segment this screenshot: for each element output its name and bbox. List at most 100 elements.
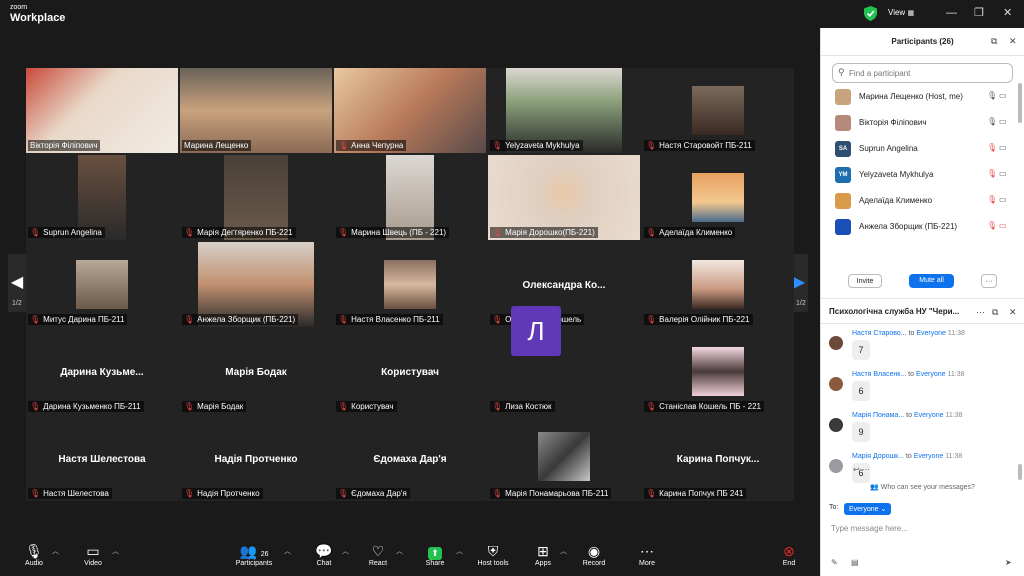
security-shield-icon[interactable] — [864, 6, 877, 21]
close-panel-icon[interactable]: ✕ — [1009, 36, 1017, 47]
react-options-chevron-icon[interactable]: ︿ — [396, 546, 403, 556]
muted-mic-icon: 🎙 — [338, 228, 349, 237]
popout-icon[interactable]: ⧉ — [991, 36, 997, 47]
audio-options-chevron-icon[interactable]: ︿ — [52, 546, 59, 556]
video-tile[interactable]: 🎙 Анжела Зборщик (ПБ-221) — [180, 242, 332, 327]
video-tile[interactable]: Марія Бодак 🎙 Марія Бодак — [180, 329, 332, 414]
tile-name-label: 🎙 Марина Швець (ПБ - 221) — [336, 227, 450, 238]
participant-row[interactable]: Анжела Зборщик (ПБ-221) 🎙 ▭ — [833, 217, 1013, 237]
chat-button[interactable]: 💬 Chat ︿ — [310, 542, 349, 567]
video-tile[interactable]: 🎙 Марія Дегтяренко ПБ-221 — [180, 155, 332, 240]
video-tile[interactable]: 🎙 Валерія Олійник ПБ-221 — [642, 242, 794, 327]
apps-options-chevron-icon[interactable]: ︿ — [560, 546, 567, 556]
share-options-chevron-icon[interactable]: ︿ — [456, 546, 463, 556]
video-tile[interactable]: 🎙 Марія Понамарьова ПБ-211 — [488, 416, 640, 501]
muted-mic-icon[interactable]: 🎙 — [987, 195, 997, 204]
participants-scrollbar[interactable] — [1018, 83, 1022, 123]
message-text: 7 — [852, 340, 870, 360]
video-tile[interactable]: 🎙 Suprun Angelina — [26, 155, 178, 240]
mic-icon[interactable]: 🎙 — [987, 91, 997, 100]
camera-icon[interactable]: ▭ — [999, 143, 1007, 152]
maximize-button[interactable]: ❐ — [974, 7, 984, 19]
react-button[interactable]: ♡ React ︿ — [364, 542, 403, 567]
share-button[interactable]: ⬆ Share ︿ — [420, 542, 463, 567]
more-button[interactable]: ⋯ More — [634, 542, 660, 567]
share-label: Share — [425, 560, 445, 567]
video-tile[interactable]: Дарина Кузьме... 🎙 Дарина Кузьменко ПБ-21… — [26, 329, 178, 414]
invite-button[interactable]: Invite — [848, 274, 882, 288]
chat-message[interactable]: Настя Власенк... to Everyone 11:38 6 — [829, 371, 1015, 411]
close-window-button[interactable]: ✕ — [1003, 7, 1012, 19]
muted-mic-icon[interactable]: 🎙 — [987, 169, 997, 178]
who-can-see-link[interactable]: 👥 Who can see your messages? — [821, 483, 1024, 491]
video-tile[interactable]: Марина Лещенко — [180, 68, 332, 153]
participants-more-button[interactable]: ··· — [981, 274, 997, 288]
record-button[interactable]: ◉ Record — [580, 542, 608, 567]
muted-mic-icon[interactable]: 🎙 — [987, 143, 997, 152]
video-button[interactable]: ▭ Video ︿ — [78, 542, 119, 567]
participant-name: Аделаїда Клименко — [859, 196, 933, 205]
search-icon: ⚲ — [838, 67, 845, 77]
video-tile[interactable]: Надія Протченко 🎙 Надія Протченко — [180, 416, 332, 501]
camera-icon[interactable]: ▭ — [999, 169, 1007, 178]
participant-search-input[interactable]: ⚲ Find a participant — [832, 63, 1013, 83]
video-tile[interactable]: 🎙 Yelyzaveta Mykhulya — [488, 68, 640, 153]
audio-button[interactable]: 🎙 Audio ︿ — [18, 542, 59, 567]
video-tile[interactable]: Користувач 🎙 Користувач — [334, 329, 486, 414]
participants-button[interactable]: 👥 26 Participants ︿ — [232, 542, 291, 567]
message-input[interactable]: Type message here... — [831, 524, 908, 533]
format-icon[interactable]: ✎ — [831, 558, 838, 567]
apps-button[interactable]: ⊞ Apps ︿ — [532, 542, 567, 567]
send-icon[interactable]: ➤ — [1005, 558, 1012, 567]
chat-options-chevron-icon[interactable]: ︿ — [342, 546, 349, 556]
video-tile[interactable]: Вікторія Філіпович — [26, 68, 178, 153]
chat-message[interactable]: Настя Старово... to Everyone 11:38 7 — [829, 330, 1015, 370]
video-tile[interactable]: 🎙 Настя Старовойт ПБ-211 — [642, 68, 794, 153]
chat-message[interactable]: Марія Понама... to Everyone 11:38 9 — [829, 412, 1015, 452]
close-chat-icon[interactable]: ✕ — [1009, 307, 1017, 318]
video-tile[interactable]: Єдомаха Дар'я 🎙 Єдомаха Дар'я — [334, 416, 486, 501]
muted-mic-icon: 🎙 — [30, 315, 41, 324]
reply-icon[interactable]: ↩ ⋯ — [853, 465, 870, 474]
participant-row[interactable]: YM Yelyzaveta Mykhulya 🎙 ▭ — [833, 165, 1013, 185]
video-tile[interactable]: 🎙 Анна Чепурна — [334, 68, 486, 153]
view-button[interactable]: View ▦ — [888, 8, 914, 17]
muted-mic-icon: 🎙 — [30, 402, 41, 411]
camera-off-icon[interactable]: ▭ — [999, 221, 1007, 230]
tile-name-label: 🎙 Марія Бодак — [182, 401, 247, 412]
tile-big-name: Олександра Ко... — [522, 280, 606, 291]
participant-row[interactable]: Вікторія Філіпович 🎙 ▭ — [833, 113, 1013, 133]
chat-more-icon[interactable]: ⋯ — [976, 307, 985, 318]
video-tile[interactable]: 🎙 Митус Дарина ПБ-211 — [26, 242, 178, 327]
recipient-dropdown[interactable]: Everyone ⌄ — [844, 503, 892, 515]
participant-video — [692, 86, 744, 135]
participants-options-chevron-icon[interactable]: ︿ — [284, 546, 291, 556]
participant-row[interactable]: Марина Лещенко (Host, me) 🎙 ▭ — [833, 87, 1013, 107]
minimize-button[interactable]: — — [946, 7, 957, 19]
muted-mic-icon[interactable]: 🎙 — [987, 221, 997, 230]
camera-icon[interactable]: ▭ — [999, 91, 1007, 100]
chat-popout-icon[interactable]: ⧉ — [992, 307, 998, 318]
video-tile[interactable]: 🎙 Марина Швець (ПБ - 221) — [334, 155, 486, 240]
video-tile[interactable]: 🎙 Настя Власенко ПБ-211 — [334, 242, 486, 327]
file-icon[interactable]: ▤ — [851, 558, 859, 567]
video-options-chevron-icon[interactable]: ︿ — [112, 546, 119, 556]
host-tools-button[interactable]: ⛨ Host tools — [474, 542, 512, 567]
tile-name: Аделаїда Клименко — [659, 228, 733, 237]
participant-row[interactable]: Аделаїда Клименко 🎙 ▭ — [833, 191, 1013, 211]
video-tile[interactable]: 🎙 Аделаїда Клименко — [642, 155, 794, 240]
video-tile[interactable]: 🎙 Станіслав Кошель ПБ - 221 — [642, 329, 794, 414]
video-tile[interactable]: Настя Шелестова 🎙 Настя Шелестова — [26, 416, 178, 501]
participant-row[interactable]: SA Suprun Angelina 🎙 ▭ — [833, 139, 1013, 159]
tile-name-label: Марина Лещенко — [182, 140, 252, 151]
mic-icon[interactable]: 🎙 — [987, 117, 997, 126]
mute-all-button[interactable]: Mute all — [909, 274, 954, 288]
camera-icon[interactable]: ▭ — [999, 195, 1007, 204]
muted-mic-icon: 🎙 — [646, 141, 657, 150]
chat-scrollbar[interactable] — [1018, 464, 1022, 480]
camera-icon[interactable]: ▭ — [999, 117, 1007, 126]
video-tile[interactable]: 🎙 Марія Дорошко(ПБ-221) — [488, 155, 640, 240]
video-tile[interactable]: Карина Попчук... 🎙 Карина Попчук ПБ 241 — [642, 416, 794, 501]
end-meeting-button[interactable]: ⊗ End — [776, 542, 802, 567]
message-time: 11:38 — [945, 453, 963, 460]
